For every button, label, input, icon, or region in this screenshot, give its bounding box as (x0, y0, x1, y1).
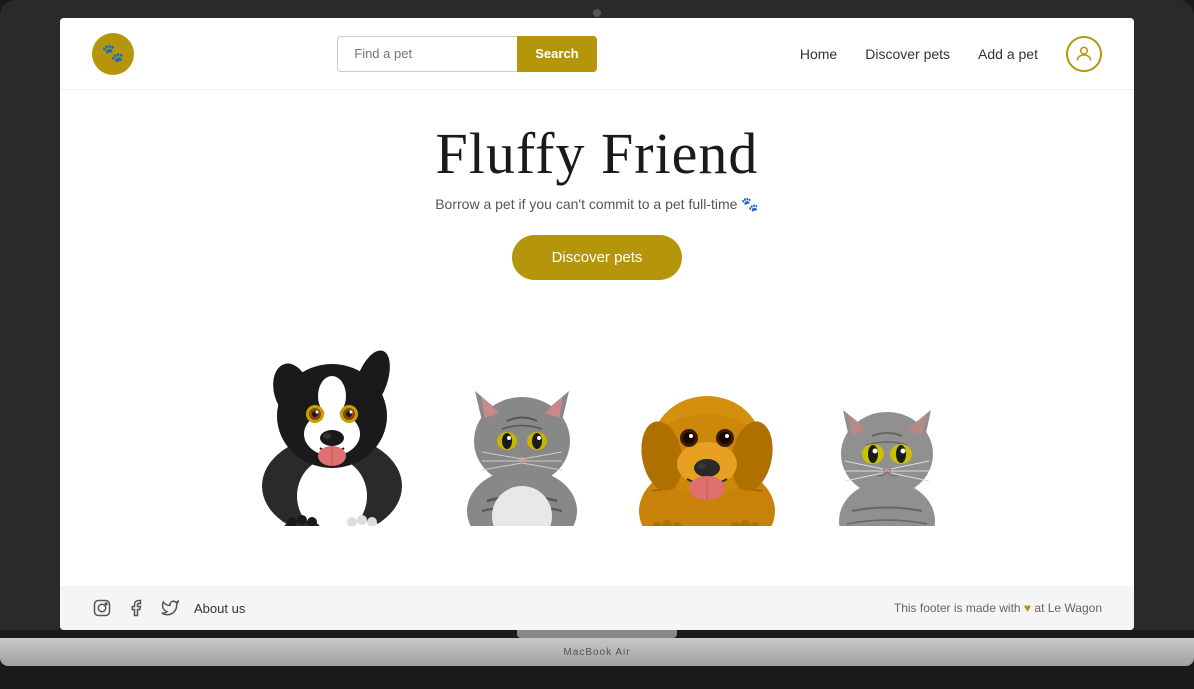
footer-credit: This footer is made with ♥ at Le Wagon (894, 601, 1102, 615)
user-avatar-button[interactable] (1066, 36, 1102, 72)
laptop-frame: 🐾 Search Home Discover pets Add a pet (0, 0, 1194, 689)
white-ledge (60, 526, 1134, 586)
logo-icon[interactable]: 🐾 (92, 33, 134, 75)
cat-1 (437, 326, 607, 546)
footer-credit-suffix: at Le Wagon (1034, 601, 1102, 615)
laptop-model-label: MacBook Air (563, 647, 630, 658)
discover-pets-link[interactable]: Discover pets (865, 46, 950, 62)
home-link[interactable]: Home (800, 46, 837, 62)
laptop-base: MacBook Air (0, 638, 1194, 666)
laptop-screen: 🐾 Search Home Discover pets Add a pet (60, 18, 1134, 630)
footer-credit-text: This footer is made with (894, 601, 1021, 615)
nav-links: Home Discover pets Add a pet (800, 36, 1102, 72)
search-button[interactable]: Search (517, 36, 596, 72)
about-us-link[interactable]: About us (194, 601, 245, 616)
twitter-icon[interactable] (160, 598, 180, 618)
navbar: 🐾 Search Home Discover pets Add a pet (60, 18, 1134, 90)
pets-scene (60, 291, 1134, 586)
dog-2 (607, 326, 807, 546)
laptop-screen-outer: 🐾 Search Home Discover pets Add a pet (0, 0, 1194, 630)
add-pet-link[interactable]: Add a pet (978, 46, 1038, 62)
pets-row (197, 291, 997, 546)
dog-1 (227, 291, 437, 546)
search-input[interactable] (337, 36, 517, 72)
footer-left: About us (92, 598, 245, 618)
instagram-icon[interactable] (92, 598, 112, 618)
search-form: Search (337, 36, 596, 72)
footer: About us This footer is made with ♥ at L… (60, 586, 1134, 630)
hero-title: Fluffy Friend (435, 122, 759, 186)
laptop-notch (517, 630, 677, 638)
discover-pets-button[interactable]: Discover pets (512, 235, 683, 280)
footer-heart: ♥ (1024, 601, 1034, 615)
hero-subtitle: Borrow a pet if you can't commit to a pe… (435, 196, 759, 213)
hero-section: Fluffy Friend Borrow a pet if you can't … (60, 90, 1134, 586)
laptop-camera (593, 9, 601, 17)
facebook-icon[interactable] (126, 598, 146, 618)
hero-text: Fluffy Friend Borrow a pet if you can't … (435, 90, 759, 280)
cat-2 (807, 346, 967, 546)
